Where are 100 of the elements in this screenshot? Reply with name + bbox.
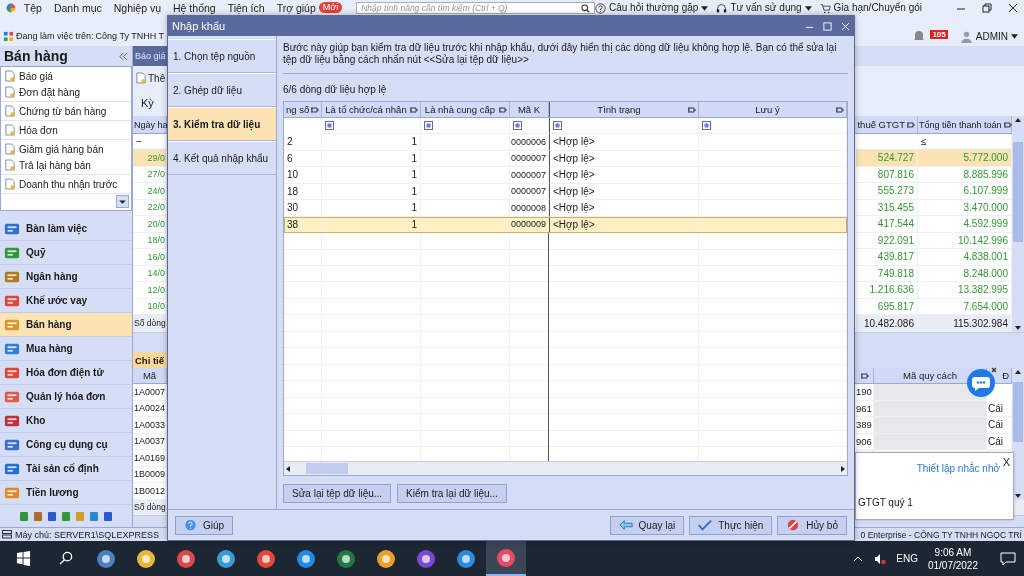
filter-icon[interactable] [325, 121, 334, 130]
notification-bell-icon[interactable] [912, 29, 927, 43]
filter-icon[interactable] [553, 121, 562, 130]
company-name[interactable]: Công Ty TNHH T [95, 31, 165, 41]
scrollbar-thumb[interactable] [306, 463, 348, 474]
collapse-icon[interactable] [119, 51, 128, 61]
chat-bubble-icon[interactable] [966, 366, 998, 398]
restore-icon[interactable] [982, 3, 992, 13]
filter-icon[interactable] [424, 121, 433, 130]
menu-item[interactable]: Hệ thống [173, 2, 216, 14]
menu-item[interactable]: Tiện ích [227, 2, 265, 14]
scroll-right-icon[interactable] [839, 464, 847, 473]
reminder-settings-link[interactable]: Thiết lập nhắc nhở [916, 463, 1000, 474]
dialog-button[interactable]: Quay lại [609, 515, 685, 535]
document-item[interactable]: Chứng từ bán hàng [1, 103, 131, 119]
user-name[interactable]: ADMIN [975, 30, 1008, 42]
shortcut-icon[interactable] [61, 510, 71, 522]
caret-icon[interactable] [1011, 33, 1018, 39]
menu-item[interactable]: Tệp [23, 2, 42, 14]
app-logo[interactable] [6, 2, 16, 14]
table-cell[interactable]: 20/0 [133, 216, 167, 233]
shortcut-icon[interactable] [103, 510, 113, 522]
app-icon[interactable] [496, 547, 516, 568]
toolbar-link[interactable]: Gia hạn/Chuyển gói [833, 2, 922, 14]
module-item[interactable]: Kho [0, 409, 132, 433]
table-row[interactable]: 10 1 0000007 <Hợp lệ> [284, 167, 847, 184]
module-item[interactable]: Bán hàng [0, 313, 132, 337]
module-item[interactable]: Bàn làm việc [0, 217, 132, 241]
table-cell[interactable]: 24/0 [133, 183, 167, 200]
app-icon[interactable] [376, 548, 396, 569]
pin-icon[interactable] [1003, 120, 1012, 129]
column-header[interactable]: Đ [1002, 370, 1009, 381]
notifications-icon[interactable] [1000, 551, 1016, 566]
detail-tab[interactable]: Chi tiế [133, 352, 167, 368]
pin-icon[interactable] [836, 105, 844, 114]
close-icon[interactable] [1008, 3, 1018, 13]
dialog-button[interactable]: Thực hiện [689, 515, 773, 535]
scroll-up-icon[interactable] [1014, 368, 1022, 376]
module-item[interactable]: Quản lý hóa đơn [0, 385, 132, 409]
toolbar-button[interactable]: Thê [133, 72, 167, 84]
clock[interactable]: 9:06 AM 01/07/2022 [927, 545, 978, 572]
app-icon[interactable] [256, 548, 276, 569]
table-cell[interactable]: 12/0 [133, 282, 167, 299]
filter-icon[interactable] [702, 121, 711, 130]
caret-icon[interactable] [701, 5, 709, 11]
app-icon[interactable] [216, 548, 236, 569]
column-header[interactable]: Lưu ý [699, 102, 847, 117]
search-icon[interactable] [580, 3, 590, 13]
document-item[interactable]: Báo giá [1, 68, 131, 84]
app-icon[interactable] [176, 548, 196, 569]
pin-icon[interactable] [410, 105, 418, 114]
scrollbar-thumb[interactable] [1013, 142, 1023, 242]
table-row[interactable]: 6 1 0000007 <Hợp lệ> [284, 150, 847, 167]
column-header[interactable]: Là tổ chức/cá nhân [322, 102, 421, 117]
toolbar-link[interactable]: Tư vấn sử dụng [730, 2, 802, 14]
search-icon[interactable] [58, 551, 74, 566]
app-icon[interactable] [96, 548, 116, 569]
pin-icon[interactable] [688, 105, 696, 114]
shortcut-icon[interactable] [89, 510, 99, 522]
module-item[interactable]: Công cụ dụng cụ [0, 433, 132, 457]
column-header[interactable]: ng số [284, 102, 322, 117]
vertical-scrollbar[interactable] [1012, 116, 1024, 332]
toolbar-link[interactable]: Câu hỏi thường gặp [608, 2, 699, 14]
module-item[interactable]: Mua hàng [0, 337, 132, 361]
app-icon[interactable] [296, 548, 316, 569]
vertical-scrollbar[interactable] [1012, 368, 1024, 500]
menu-item[interactable]: Danh mục [53, 2, 102, 14]
pin-icon[interactable] [907, 120, 915, 129]
app-icon[interactable] [336, 548, 356, 569]
app-icon[interactable] [456, 548, 476, 569]
table-row[interactable]: 2 1 0000006 <Hợp lệ> [284, 134, 847, 151]
menu-item[interactable]: Nghiệp vụ [113, 2, 162, 14]
menu-item[interactable]: Trợ giúp [276, 2, 316, 14]
pin-icon[interactable] [311, 105, 320, 114]
column-header[interactable]: Tình trạng [549, 102, 699, 117]
module-item[interactable]: Tiền lương [0, 481, 132, 505]
action-button[interactable]: Kiểm tra lại dữ liệu... [397, 484, 507, 503]
shortcut-icon[interactable] [33, 510, 43, 522]
column-header[interactable]: Mã K [510, 102, 549, 117]
pin-icon[interactable] [499, 105, 507, 114]
table-row[interactable]: 30 1 0000008 <Hợp lệ> [284, 200, 847, 217]
scrollbar-thumb[interactable] [1013, 382, 1023, 442]
language-indicator[interactable]: ENG [896, 553, 918, 564]
app-icon[interactable] [416, 548, 436, 569]
shortcut-icon[interactable] [47, 510, 57, 522]
caret-icon[interactable] [804, 5, 812, 11]
module-item[interactable]: Ngân hàng [0, 265, 132, 289]
horizontal-scrollbar[interactable] [284, 461, 847, 475]
dialog-button[interactable]: Hủy bỏ [777, 515, 847, 535]
close-button[interactable]: X [1002, 456, 1010, 468]
wizard-step[interactable]: 3. Kiểm tra dữ liệu [168, 107, 276, 141]
document-tab[interactable]: Báo giá [133, 46, 167, 66]
speaker-muted-icon[interactable] [874, 552, 887, 565]
app-icon[interactable] [136, 548, 156, 569]
scroll-left-icon[interactable] [284, 464, 292, 473]
search-field[interactable]: Nhập tính năng cần tìm kiếm (Ctrl + Q) [356, 2, 595, 14]
document-item[interactable]: Hóa đơn [1, 122, 131, 138]
wizard-step[interactable]: 4. Kết quả nhập khẩu [168, 141, 276, 175]
filter-icon[interactable] [513, 121, 522, 130]
shortcut-icon[interactable] [19, 510, 29, 522]
